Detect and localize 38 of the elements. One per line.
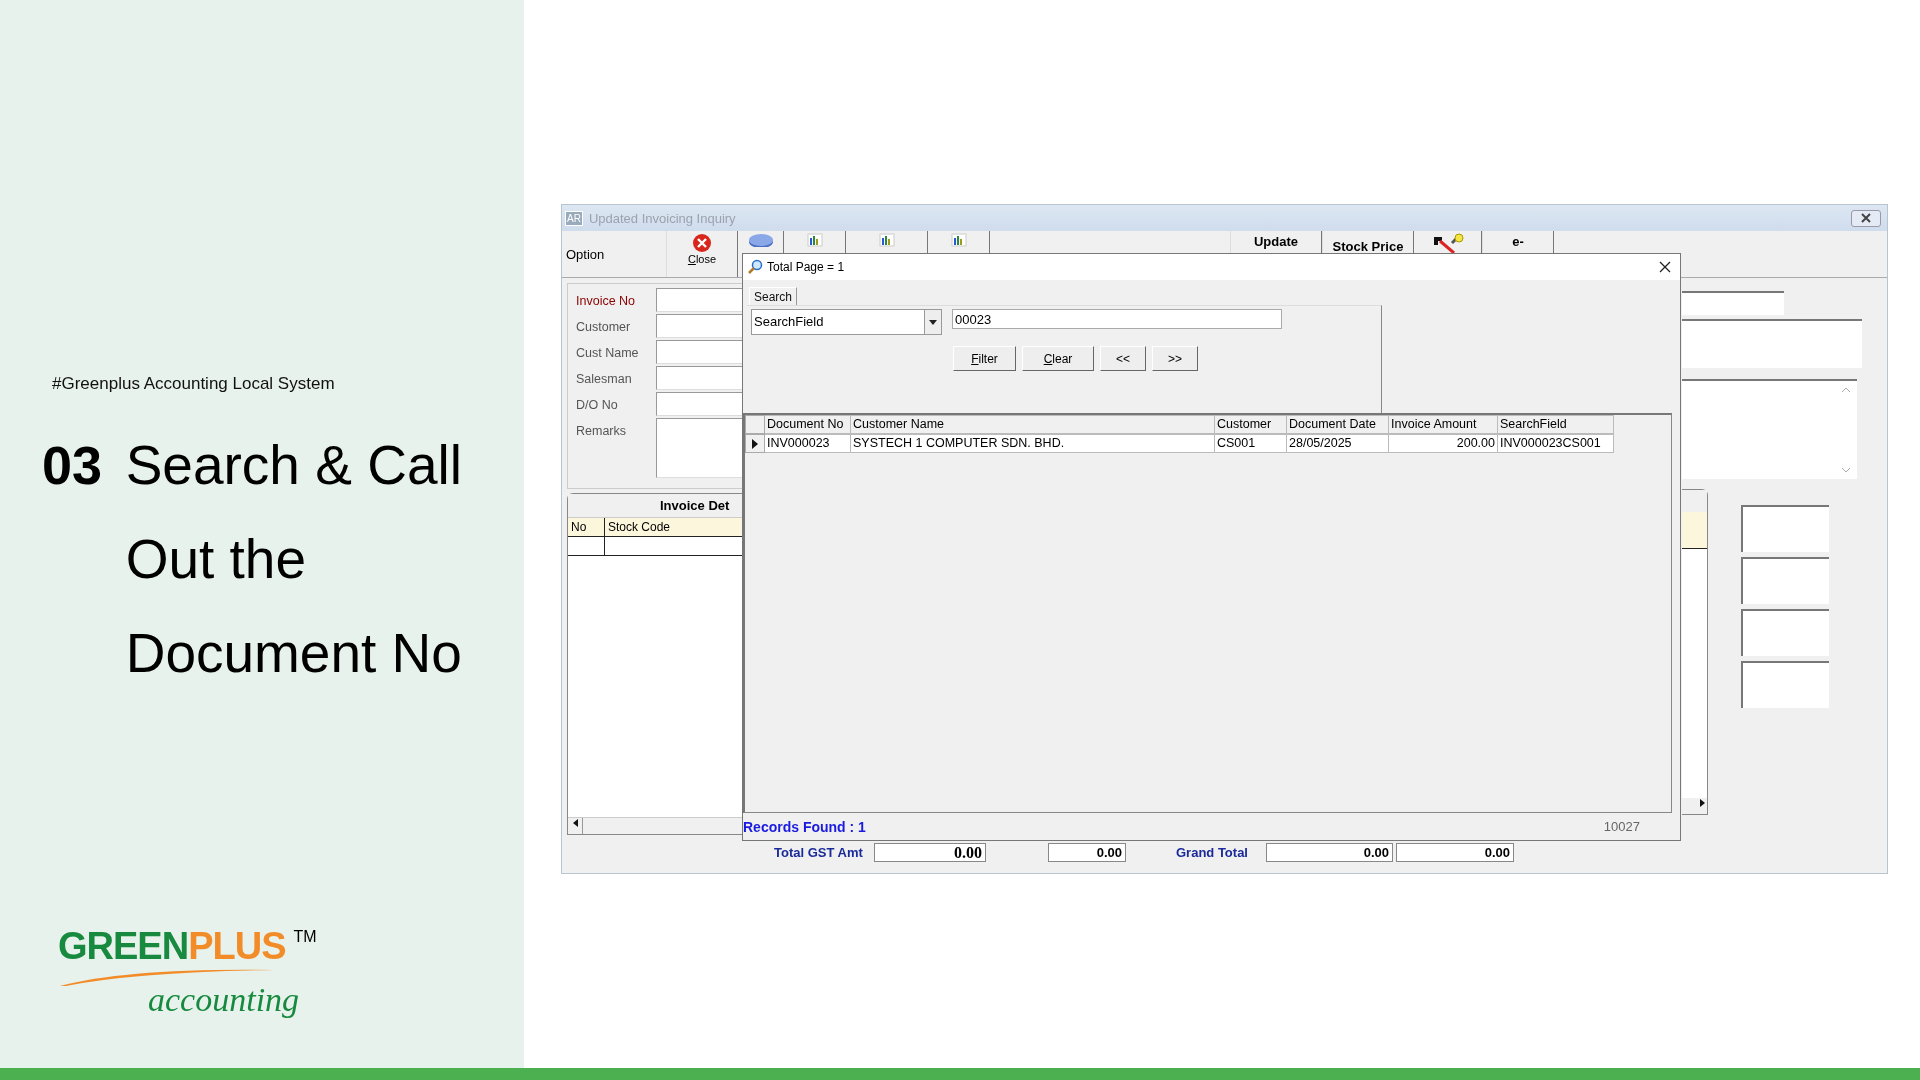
field-label: Cust Name [575, 345, 640, 360]
field-label: Remarks [575, 423, 627, 438]
records-found-text: Records Found : 1 [743, 818, 866, 835]
column-header: Customer Name [851, 415, 1215, 434]
column-header: Document Date [1287, 415, 1389, 434]
field-label: Invoice No [575, 293, 637, 308]
logo-wordmark: GREENPLUS [58, 926, 286, 966]
column-header: SearchField [1498, 415, 1614, 434]
grand-total-value: 0.00 [1396, 842, 1514, 862]
trademark-mark: TM [293, 928, 317, 946]
amount-value: 0.00 [1048, 842, 1126, 862]
option-label: Option [566, 246, 606, 262]
column-header: No [568, 518, 605, 536]
field-label: D/O No [575, 397, 619, 412]
table-cell: CS001 [1215, 434, 1287, 453]
total-gst-value: 0.00 [874, 842, 986, 862]
status-code: 10027 [1603, 819, 1640, 834]
column-header: Invoice Amount [1389, 415, 1498, 434]
app-badge: AR [565, 210, 583, 226]
field-label: Salesman [575, 371, 633, 386]
logo-tagline: accounting [148, 980, 301, 1020]
field-label: Customer [575, 319, 632, 334]
grand-total-value: 0.00 [1266, 842, 1393, 862]
column-header: Document No [765, 415, 851, 434]
details-tab-label: Invoice Det [568, 494, 742, 518]
column-header: Stock Code [607, 519, 672, 536]
table-cell: 28/05/2025 [1287, 434, 1389, 453]
step-number: 03 [42, 434, 104, 497]
table-cell: 200.00 [1389, 434, 1498, 453]
dialog-title: Total Page = 1 [767, 260, 846, 274]
grand-total-label: Grand Total [1176, 844, 1249, 860]
total-gst-label: Total GST Amt [774, 844, 864, 860]
window-title: Updated Invoicing Inquiry [588, 210, 737, 226]
table-cell: INV000023 [765, 434, 851, 453]
hashtag-text: #Greenplus Accounting Local System [52, 374, 336, 394]
table-cell: INV000023CS001 [1498, 434, 1614, 453]
table-cell: SYSTECH 1 COMPUTER SDN. BHD. [851, 434, 1215, 453]
slide-title: Search & Call Out the Document No [125, 433, 463, 686]
